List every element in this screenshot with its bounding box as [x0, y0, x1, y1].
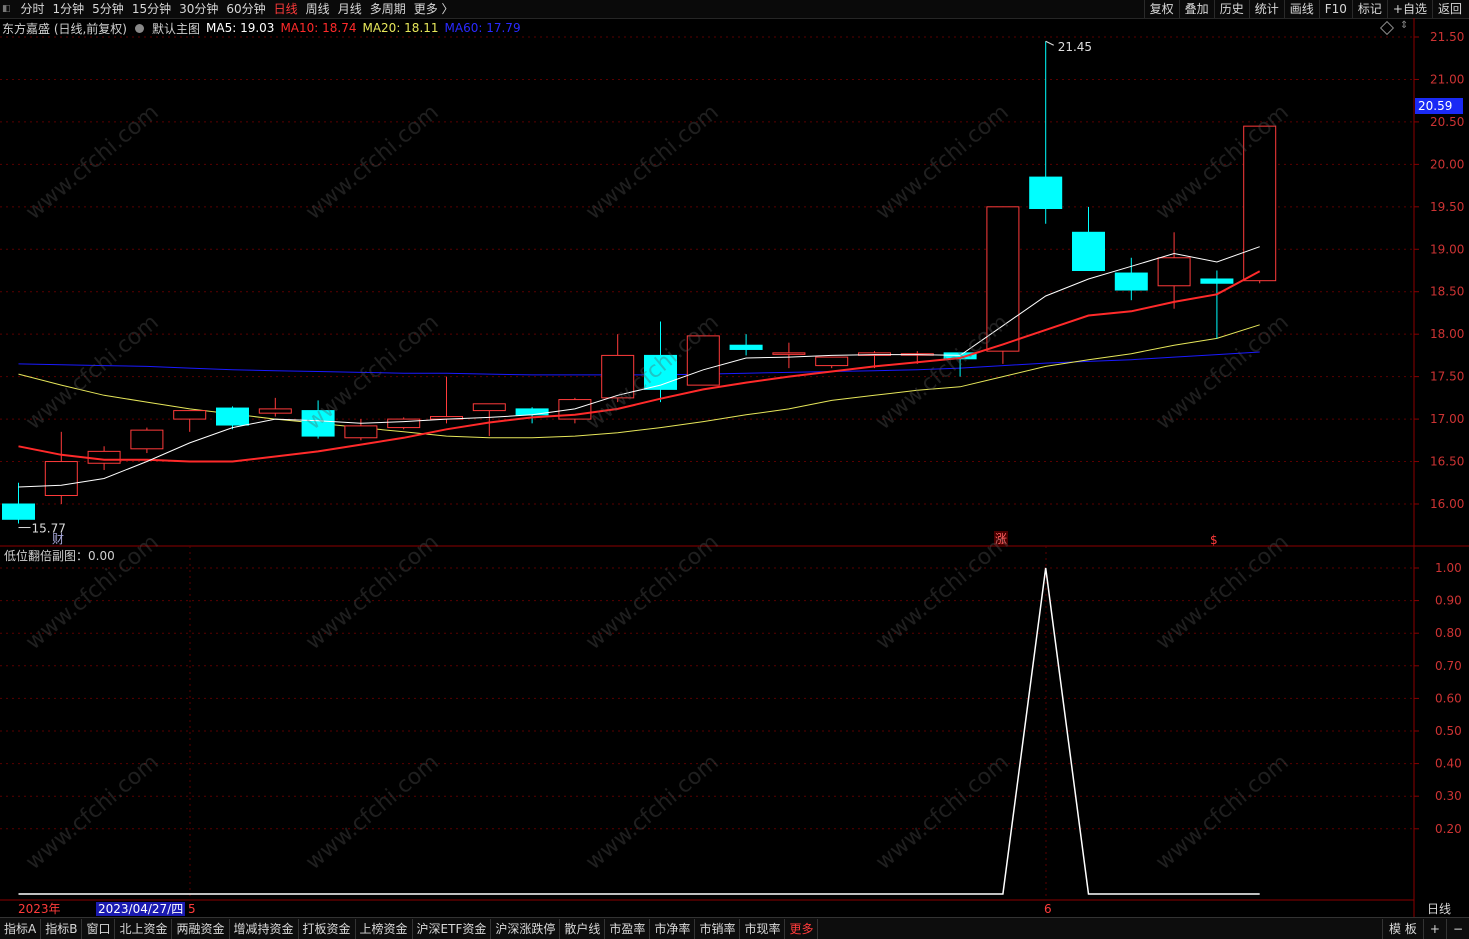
bottom-control-2[interactable]: −	[1445, 918, 1469, 939]
sub-indicator-legend: 低位翻倍副图：0.00	[2, 547, 115, 563]
indicator-tab-11[interactable]: 市盈率	[605, 918, 651, 939]
candle-body	[1157, 257, 1191, 287]
candle-body	[258, 408, 292, 414]
indicator-tab-2[interactable]: 窗口	[82, 918, 116, 939]
price-tick-label: 18.50	[1430, 285, 1464, 299]
sub-tick-label: 1.00	[1435, 561, 1462, 575]
bottom-right-controls: 模 板 + −	[1382, 918, 1469, 939]
period-label[interactable]: 日线	[1427, 902, 1451, 916]
candle-body	[387, 418, 421, 429]
indicator-tab-1[interactable]: 指标B	[41, 918, 83, 939]
bottom-control-1[interactable]: +	[1422, 918, 1446, 939]
candle-body	[1029, 176, 1063, 210]
candle-body	[173, 410, 207, 420]
ma60-line	[18, 351, 1260, 376]
candle-body	[2, 503, 35, 520]
candle-body	[1200, 278, 1234, 284]
price-tick-label: 19.00	[1430, 242, 1464, 256]
fin-marker: 财	[52, 532, 64, 546]
candle-body	[301, 410, 335, 437]
current-price-tag: 20.59	[1415, 98, 1463, 114]
price-tick-label: 19.50	[1430, 200, 1464, 214]
price-tick-label: 17.00	[1430, 412, 1464, 426]
price-tick-label: 18.00	[1430, 327, 1464, 341]
price-tick-label: 16.00	[1430, 497, 1464, 511]
indicator-tab-4[interactable]: 两融资金	[172, 918, 230, 939]
candle-body	[772, 352, 806, 355]
sub-tick-label: 0.20	[1435, 822, 1462, 836]
sub-tick-label: 0.70	[1435, 659, 1462, 673]
indicator-tab-7[interactable]: 上榜资金	[356, 918, 413, 939]
sub-tick-label: 0.40	[1435, 757, 1462, 771]
candle-body	[815, 356, 849, 367]
bottom-indicator-bar: 指标A 指标B 窗口 北上资金 两融资金 增减持资金 打板资金 上榜资金 沪深ETF资金 沪深涨跌…	[0, 917, 1469, 939]
price-tick-label: 20.00	[1430, 157, 1464, 171]
indicator-tab-8[interactable]: 沪深ETF资金	[413, 918, 492, 939]
sub-tick-label: 0.30	[1435, 789, 1462, 803]
high-marker	[1045, 40, 1054, 46]
zhang-marker: 涨	[995, 531, 1007, 546]
indicator-tab-0[interactable]: 指标A	[0, 918, 42, 939]
candle-body	[130, 429, 164, 450]
indicator-tab-12[interactable]: 市净率	[650, 918, 696, 939]
ma5-line	[18, 246, 1260, 488]
candle-body	[1072, 231, 1105, 271]
candle-body	[601, 354, 635, 399]
bottom-control-0[interactable]: 模 板	[1382, 918, 1423, 939]
dollar-marker: $	[1210, 533, 1218, 547]
candle-body	[986, 206, 1020, 352]
candle-body	[344, 425, 378, 439]
year-label: 2023年	[18, 902, 61, 916]
candle-body	[515, 408, 549, 416]
month-6-label: 6	[1044, 902, 1052, 916]
sub-tick-label: 0.90	[1435, 594, 1462, 608]
candle-body	[87, 450, 121, 464]
candle-body	[1114, 272, 1148, 291]
indicator-tab-10[interactable]: 散户线	[560, 918, 606, 939]
price-tick-label: 20.50	[1430, 115, 1464, 129]
price-tick-label: 21.50	[1430, 30, 1464, 44]
indicator-tab-6[interactable]: 打板资金	[299, 918, 356, 939]
kline-chart[interactable]: 21.50 21.00 20.50 20.00 19.50 19.00 18.50 18.00…	[0, 0, 1469, 917]
indicator-tab-5[interactable]: 增减持资金	[230, 918, 299, 939]
sub-tick-label: 0.50	[1435, 724, 1462, 738]
ma20-line	[18, 324, 1260, 439]
indicator-tab-15[interactable]: 更多	[785, 918, 819, 939]
month-5-label: 5	[188, 902, 196, 916]
date-bar: 2023年 2023/04/27/四 5 6	[0, 901, 1414, 917]
indicator-tabs: 指标A 指标B 窗口 北上资金 两融资金 增减持资金 打板资金 上榜资金 沪深ETF资金 沪深涨跌…	[0, 918, 819, 939]
indicator-tab-9[interactable]: 沪深涨跌停	[491, 918, 561, 939]
sub-tick-label: 0.80	[1435, 626, 1462, 640]
candle-body	[44, 461, 78, 497]
candle-body	[644, 354, 677, 390]
price-tick-label: 21.00	[1430, 72, 1464, 86]
indicator-tab-13[interactable]: 市销率	[695, 918, 741, 939]
price-tick-label: 17.50	[1430, 370, 1464, 384]
ma10-line	[18, 270, 1261, 463]
indicator-tab-14[interactable]: 市现率	[740, 918, 786, 939]
candle-body	[686, 335, 720, 386]
candle-body	[472, 403, 506, 412]
cursor-date: 2023/04/27/四	[96, 902, 186, 916]
sub-indicator-label[interactable]: 低位翻倍副图：0.00	[4, 547, 115, 564]
high-label: 21.45	[1058, 40, 1092, 54]
indicator-tab-3[interactable]: 北上资金	[115, 918, 173, 939]
candle-body	[216, 407, 249, 426]
price-tick-label: 16.50	[1430, 455, 1464, 469]
sub-tick-label: 0.60	[1435, 691, 1462, 705]
candle-body	[1243, 125, 1277, 282]
candle-body	[729, 344, 763, 350]
